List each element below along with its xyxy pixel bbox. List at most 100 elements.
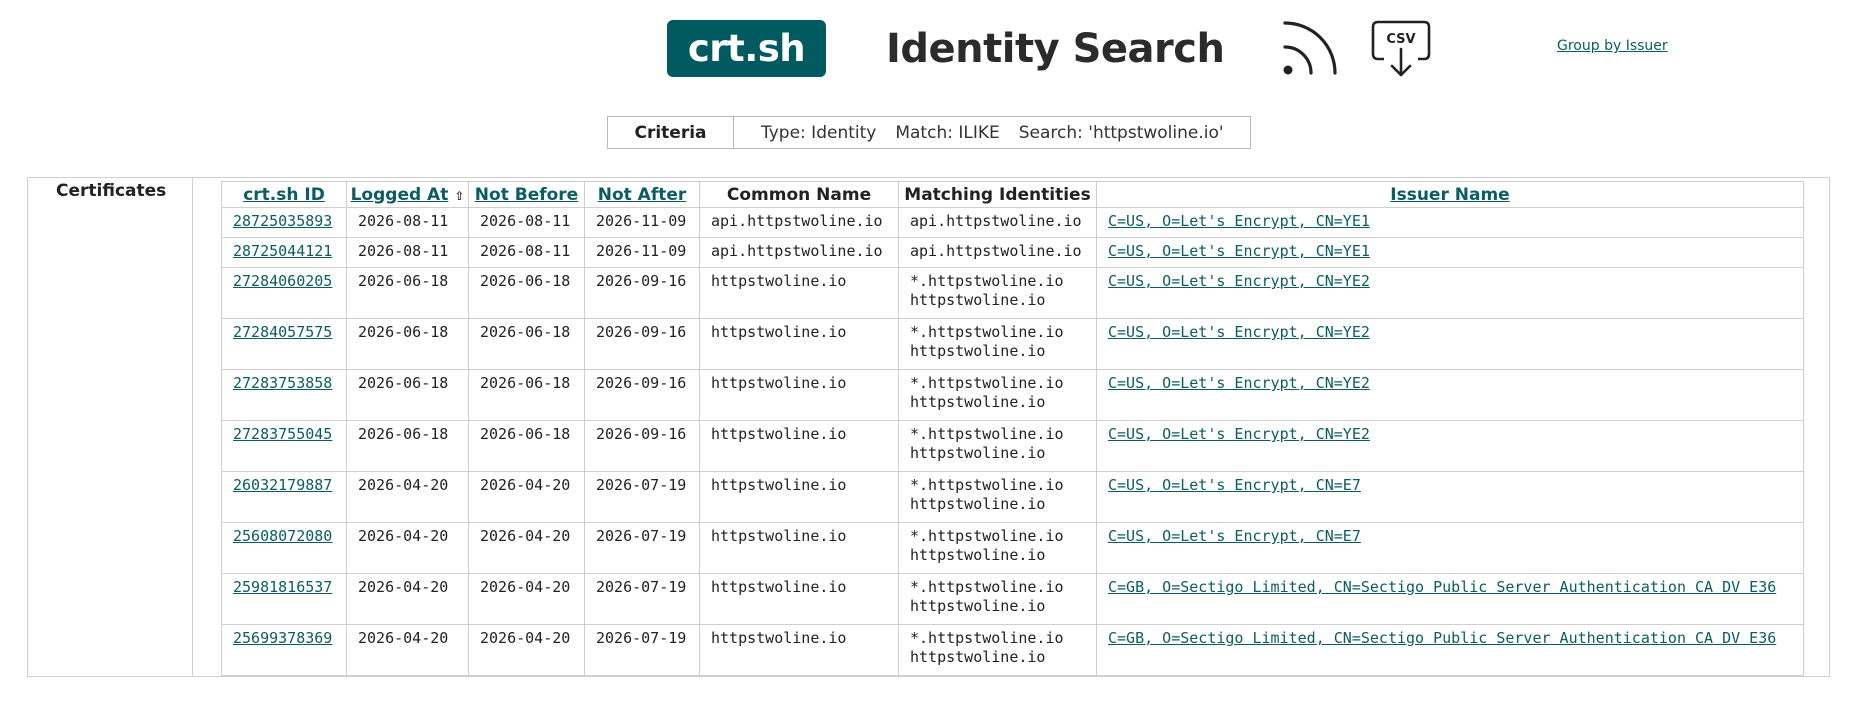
cell-not-after: 2026-07-19 [584, 522, 700, 574]
cell-logged-at: 2026-04-20 [346, 522, 469, 574]
cell-common-name: api.httpstwoline.io [699, 237, 899, 268]
cell-logged-at: 2026-06-18 [346, 420, 469, 472]
cell-not-after: 2026-07-19 [584, 624, 700, 676]
issuer-name-link[interactable]: C=US, O=Let's Encrypt, CN=E7 [1108, 527, 1361, 545]
issuer-name-link[interactable]: C=US, O=Let's Encrypt, CN=YE2 [1108, 425, 1370, 443]
crtsh-id-link[interactable]: 27283755045 [233, 425, 332, 443]
issuer-name-link[interactable]: C=US, O=Let's Encrypt, CN=E7 [1108, 476, 1361, 494]
cell-common-name: httpstwoline.io [699, 369, 899, 421]
cell-not-before: 2026-04-20 [468, 471, 585, 523]
cell-not-after: 2026-09-16 [584, 318, 700, 370]
cell-not-before: 2026-06-18 [468, 369, 585, 421]
table-row: 27283755045 2026-06-18 2026-06-18 2026-09-1… [221, 420, 1804, 472]
issuer-name-link[interactable]: C=US, O=Let's Encrypt, CN=YE1 [1108, 242, 1370, 260]
issuer-name-link[interactable]: C=US, O=Let's Encrypt, CN=YE2 [1108, 272, 1370, 290]
cell-crtsh-id: 27284057575 [221, 318, 347, 370]
cell-common-name: httpstwoline.io [699, 267, 899, 319]
cell-crtsh-id: 27283755045 [221, 420, 347, 472]
cell-matching-identities: *.httpstwoline.io httpstwoline.io [898, 369, 1097, 421]
issuer-name-link[interactable]: C=US, O=Let's Encrypt, CN=YE1 [1108, 212, 1370, 230]
matching-identity: httpstwoline.io [910, 291, 1046, 309]
col-header-not-before[interactable]: Not Before [468, 181, 585, 208]
crtsh-logo[interactable]: crt.sh [667, 20, 826, 77]
cell-issuer-name: C=US, O=Let's Encrypt, CN=YE2 [1096, 318, 1804, 370]
cell-common-name: httpstwoline.io [699, 624, 899, 676]
group-by-issuer-link[interactable]: Group by Issuer [1557, 38, 1668, 54]
sort-by-not-after-link[interactable]: Not After [598, 185, 687, 205]
cell-logged-at: 2026-06-18 [346, 369, 469, 421]
crtsh-id-link[interactable]: 27283753858 [233, 374, 332, 392]
col-header-logged-at[interactable]: Logged At ⇧ [346, 181, 469, 208]
crtsh-id-link[interactable]: 25699378369 [233, 629, 332, 647]
matching-identity: *.httpstwoline.io [910, 578, 1064, 596]
cell-matching-identities: api.httpstwoline.io [898, 207, 1097, 238]
cell-crtsh-id: 27283753858 [221, 369, 347, 421]
cell-issuer-name: C=US, O=Let's Encrypt, CN=YE1 [1096, 207, 1804, 238]
matching-identity: api.httpstwoline.io [910, 242, 1082, 260]
matching-identity: httpstwoline.io [910, 444, 1046, 462]
cell-not-after: 2026-09-16 [584, 267, 700, 319]
col-header-not-after[interactable]: Not After [584, 181, 700, 208]
cell-crtsh-id: 28725044121 [221, 237, 347, 268]
cell-not-before: 2026-06-18 [468, 420, 585, 472]
cell-logged-at: 2026-06-18 [346, 318, 469, 370]
issuer-name-link[interactable]: C=US, O=Let's Encrypt, CN=YE2 [1108, 323, 1370, 341]
cell-matching-identities: api.httpstwoline.io [898, 237, 1097, 268]
col-header-issuer-name[interactable]: Issuer Name [1096, 181, 1804, 208]
cell-not-after: 2026-11-09 [584, 207, 700, 238]
cell-matching-identities: *.httpstwoline.io httpstwoline.io [898, 471, 1097, 523]
cell-crtsh-id: 25699378369 [221, 624, 347, 676]
cell-common-name: httpstwoline.io [699, 522, 899, 574]
cell-logged-at: 2026-08-11 [346, 237, 469, 268]
csv-icon-label: CSV [1386, 32, 1415, 47]
matching-identity: *.httpstwoline.io [910, 323, 1064, 341]
sort-by-issuer-link[interactable]: Issuer Name [1390, 185, 1509, 205]
sort-by-id-link[interactable]: crt.sh ID [243, 185, 325, 205]
crtsh-id-link[interactable]: 28725044121 [233, 242, 332, 260]
table-row: 27283753858 2026-06-18 2026-06-18 2026-09-1… [221, 369, 1804, 421]
crtsh-id-link[interactable]: 27284060205 [233, 272, 332, 290]
table-row: 27284060205 2026-06-18 2026-06-18 2026-09-1… [221, 267, 1804, 319]
issuer-name-link[interactable]: C=US, O=Let's Encrypt, CN=YE2 [1108, 374, 1370, 392]
issuer-name-link[interactable]: C=GB, O=Sectigo Limited, CN=Sectigo Publ… [1108, 578, 1776, 596]
cell-not-before: 2026-04-20 [468, 522, 585, 574]
cell-logged-at: 2026-04-20 [346, 573, 469, 625]
cell-not-before: 2026-08-11 [468, 207, 585, 238]
crtsh-id-link[interactable]: 26032179887 [233, 476, 332, 494]
cell-common-name: httpstwoline.io [699, 573, 899, 625]
table-row: 26032179887 2026-04-20 2026-04-20 2026-07-1… [221, 471, 1804, 523]
sort-by-not-before-link[interactable]: Not Before [475, 185, 578, 205]
table-header-row: crt.sh ID Logged At ⇧ Not Before Not Afte… [221, 181, 1804, 208]
rss-icon[interactable] [1279, 17, 1345, 79]
col-header-common-name: Common Name [699, 181, 899, 208]
cell-logged-at: 2026-06-18 [346, 267, 469, 319]
cell-matching-identities: *.httpstwoline.io httpstwoline.io [898, 573, 1097, 625]
crtsh-id-link[interactable]: 25608072080 [233, 527, 332, 545]
cell-not-after: 2026-07-19 [584, 573, 700, 625]
cell-issuer-name: C=GB, O=Sectigo Limited, CN=Sectigo Publ… [1096, 624, 1804, 676]
sort-by-logged-at-link[interactable]: Logged At [351, 185, 449, 205]
cell-common-name: httpstwoline.io [699, 420, 899, 472]
criteria-details: Type: Identity Match: ILIKE Search: 'htt… [734, 117, 1250, 148]
table-row: 25699378369 2026-04-20 2026-04-20 2026-07-1… [221, 624, 1804, 676]
csv-download-icon[interactable]: CSV [1370, 19, 1432, 79]
matching-identity: httpstwoline.io [910, 648, 1046, 666]
crtsh-id-link[interactable]: 27284057575 [233, 323, 332, 341]
cell-issuer-name: C=US, O=Let's Encrypt, CN=YE1 [1096, 237, 1804, 268]
cell-matching-identities: *.httpstwoline.io httpstwoline.io [898, 624, 1097, 676]
matching-identity: *.httpstwoline.io [910, 527, 1064, 545]
crtsh-id-link[interactable]: 25981816537 [233, 578, 332, 596]
cell-matching-identities: *.httpstwoline.io httpstwoline.io [898, 267, 1097, 319]
table-row: 27284057575 2026-06-18 2026-06-18 2026-09-1… [221, 318, 1804, 370]
cell-common-name: api.httpstwoline.io [699, 207, 899, 238]
crtsh-id-link[interactable]: 28725035893 [233, 212, 332, 230]
certificates-table-body: 28725035893 2026-08-11 2026-08-11 2026-11-0… [221, 207, 1804, 676]
matching-identity: *.httpstwoline.io [910, 425, 1064, 443]
issuer-name-link[interactable]: C=GB, O=Sectigo Limited, CN=Sectigo Publ… [1108, 629, 1776, 647]
matching-identity: httpstwoline.io [910, 546, 1046, 564]
cell-issuer-name: C=GB, O=Sectigo Limited, CN=Sectigo Publ… [1096, 573, 1804, 625]
cell-matching-identities: *.httpstwoline.io httpstwoline.io [898, 522, 1097, 574]
cell-issuer-name: C=US, O=Let's Encrypt, CN=E7 [1096, 471, 1804, 523]
cell-logged-at: 2026-08-11 [346, 207, 469, 238]
col-header-id[interactable]: crt.sh ID [221, 181, 347, 208]
